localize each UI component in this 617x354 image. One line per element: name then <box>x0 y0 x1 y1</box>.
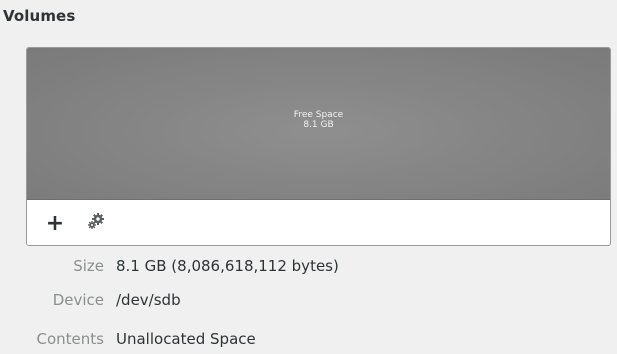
property-device-value: /dev/sdb <box>116 291 181 309</box>
plus-icon: + <box>45 210 65 236</box>
volume-map: Free Space 8.1 GB + <box>26 47 611 246</box>
volume-segment-text: Free Space 8.1 GB <box>27 110 610 130</box>
property-size-label: Size <box>73 257 104 275</box>
property-device-label: Device <box>52 291 104 309</box>
create-partition-button[interactable]: + <box>41 209 69 237</box>
volume-segment-size: 8.1 GB <box>303 120 334 130</box>
section-title: Volumes <box>3 7 76 25</box>
property-contents-label: Contents <box>36 330 104 348</box>
volume-toolbar: + <box>27 200 610 245</box>
property-size-value: 8.1 GB (8,086,618,112 bytes) <box>116 257 339 275</box>
gears-icon <box>85 210 107 236</box>
volumes-panel: Volumes Free Space 8.1 GB + Size 8.1 GB … <box>0 0 617 354</box>
property-contents-value: Unallocated Space <box>116 330 256 348</box>
volume-segment-label: Free Space <box>293 110 344 120</box>
volume-segment-free-space[interactable]: Free Space 8.1 GB <box>27 48 610 200</box>
additional-options-button[interactable] <box>82 209 110 237</box>
